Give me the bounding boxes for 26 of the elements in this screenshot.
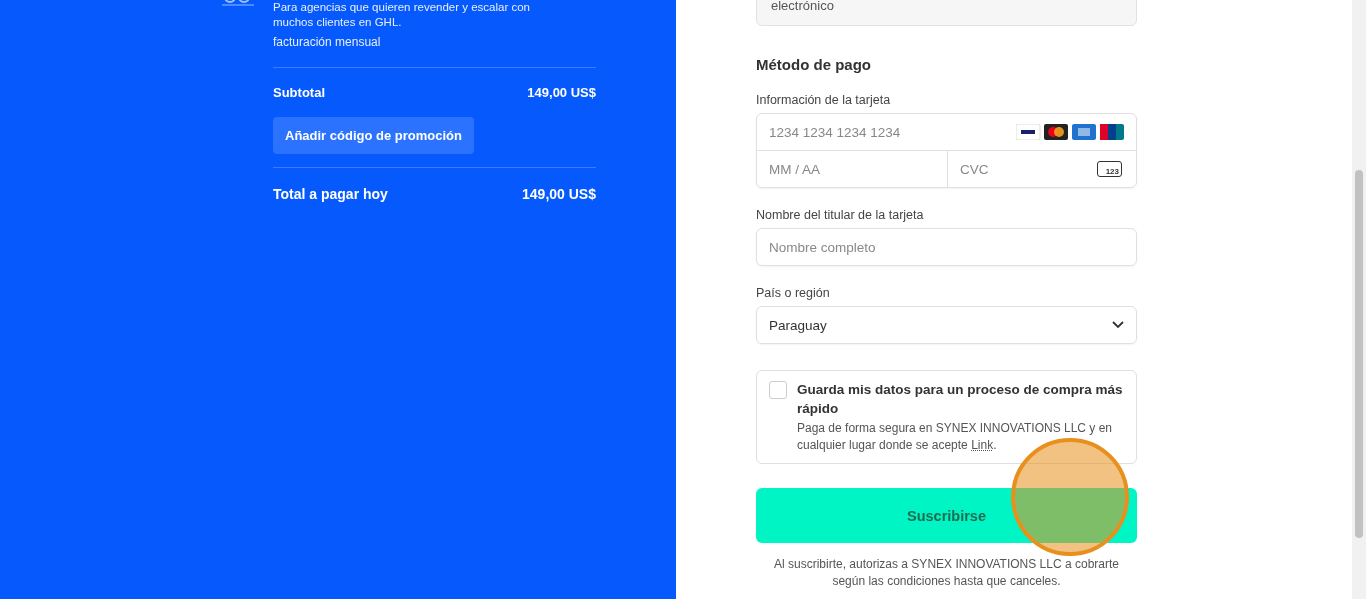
- section-heading: Método de pago: [756, 56, 872, 73]
- country-select[interactable]: Paraguay: [756, 306, 1137, 344]
- email-field[interactable]: electrónico: [756, 0, 1137, 26]
- subscribe-button[interactable]: Suscribirse: [756, 488, 1137, 543]
- scrollbar-thumb[interactable]: [1355, 170, 1363, 538]
- promo-code-button[interactable]: Añadir código de promoción: [273, 117, 474, 154]
- save-info-title: Guarda mis datos para un proceso de compra más rápido: [797, 381, 1124, 418]
- cvc-card-icon: 123: [1096, 161, 1122, 177]
- expiry-field[interactable]: MM / AA: [757, 151, 948, 187]
- card-number-field[interactable]: 1234 1234 1234 1234: [757, 124, 1016, 140]
- subtotal-value: 149,00 US$: [527, 85, 596, 100]
- cvc-field[interactable]: CVC: [948, 161, 1097, 177]
- chevron-down-icon: [1112, 321, 1124, 329]
- field-label: Nombre del titular de la tarjeta: [756, 208, 925, 222]
- total-label: Total a pagar hoy: [273, 186, 388, 202]
- field-label: Información de la tarjeta: [756, 93, 892, 107]
- billing-period: facturación mensual: [273, 35, 382, 49]
- plan-description: Para agencias que quieren revender y escalar con muchos clientes en GHL.: [273, 0, 531, 30]
- field-label: País o región: [756, 286, 831, 300]
- save-info-text: Paga de forma segura en SYNEX INNOVATIONS LLC y en cualquier lugar donde se acepte Link.: [797, 420, 1114, 454]
- cardholder-name-field[interactable]: Nombre completo: [756, 228, 1137, 266]
- subtotal-label: Subtotal: [273, 85, 325, 100]
- card-brands-icon: [1016, 124, 1124, 140]
- save-info-checkbox[interactable]: [769, 381, 787, 399]
- terms-text: Al suscribirte, autorizas a SYNEX INNOVATIONS LLC a cobrarte según las condiciones hasta que canceles.: [773, 556, 1120, 590]
- total-value: 149,00 US$: [522, 186, 596, 202]
